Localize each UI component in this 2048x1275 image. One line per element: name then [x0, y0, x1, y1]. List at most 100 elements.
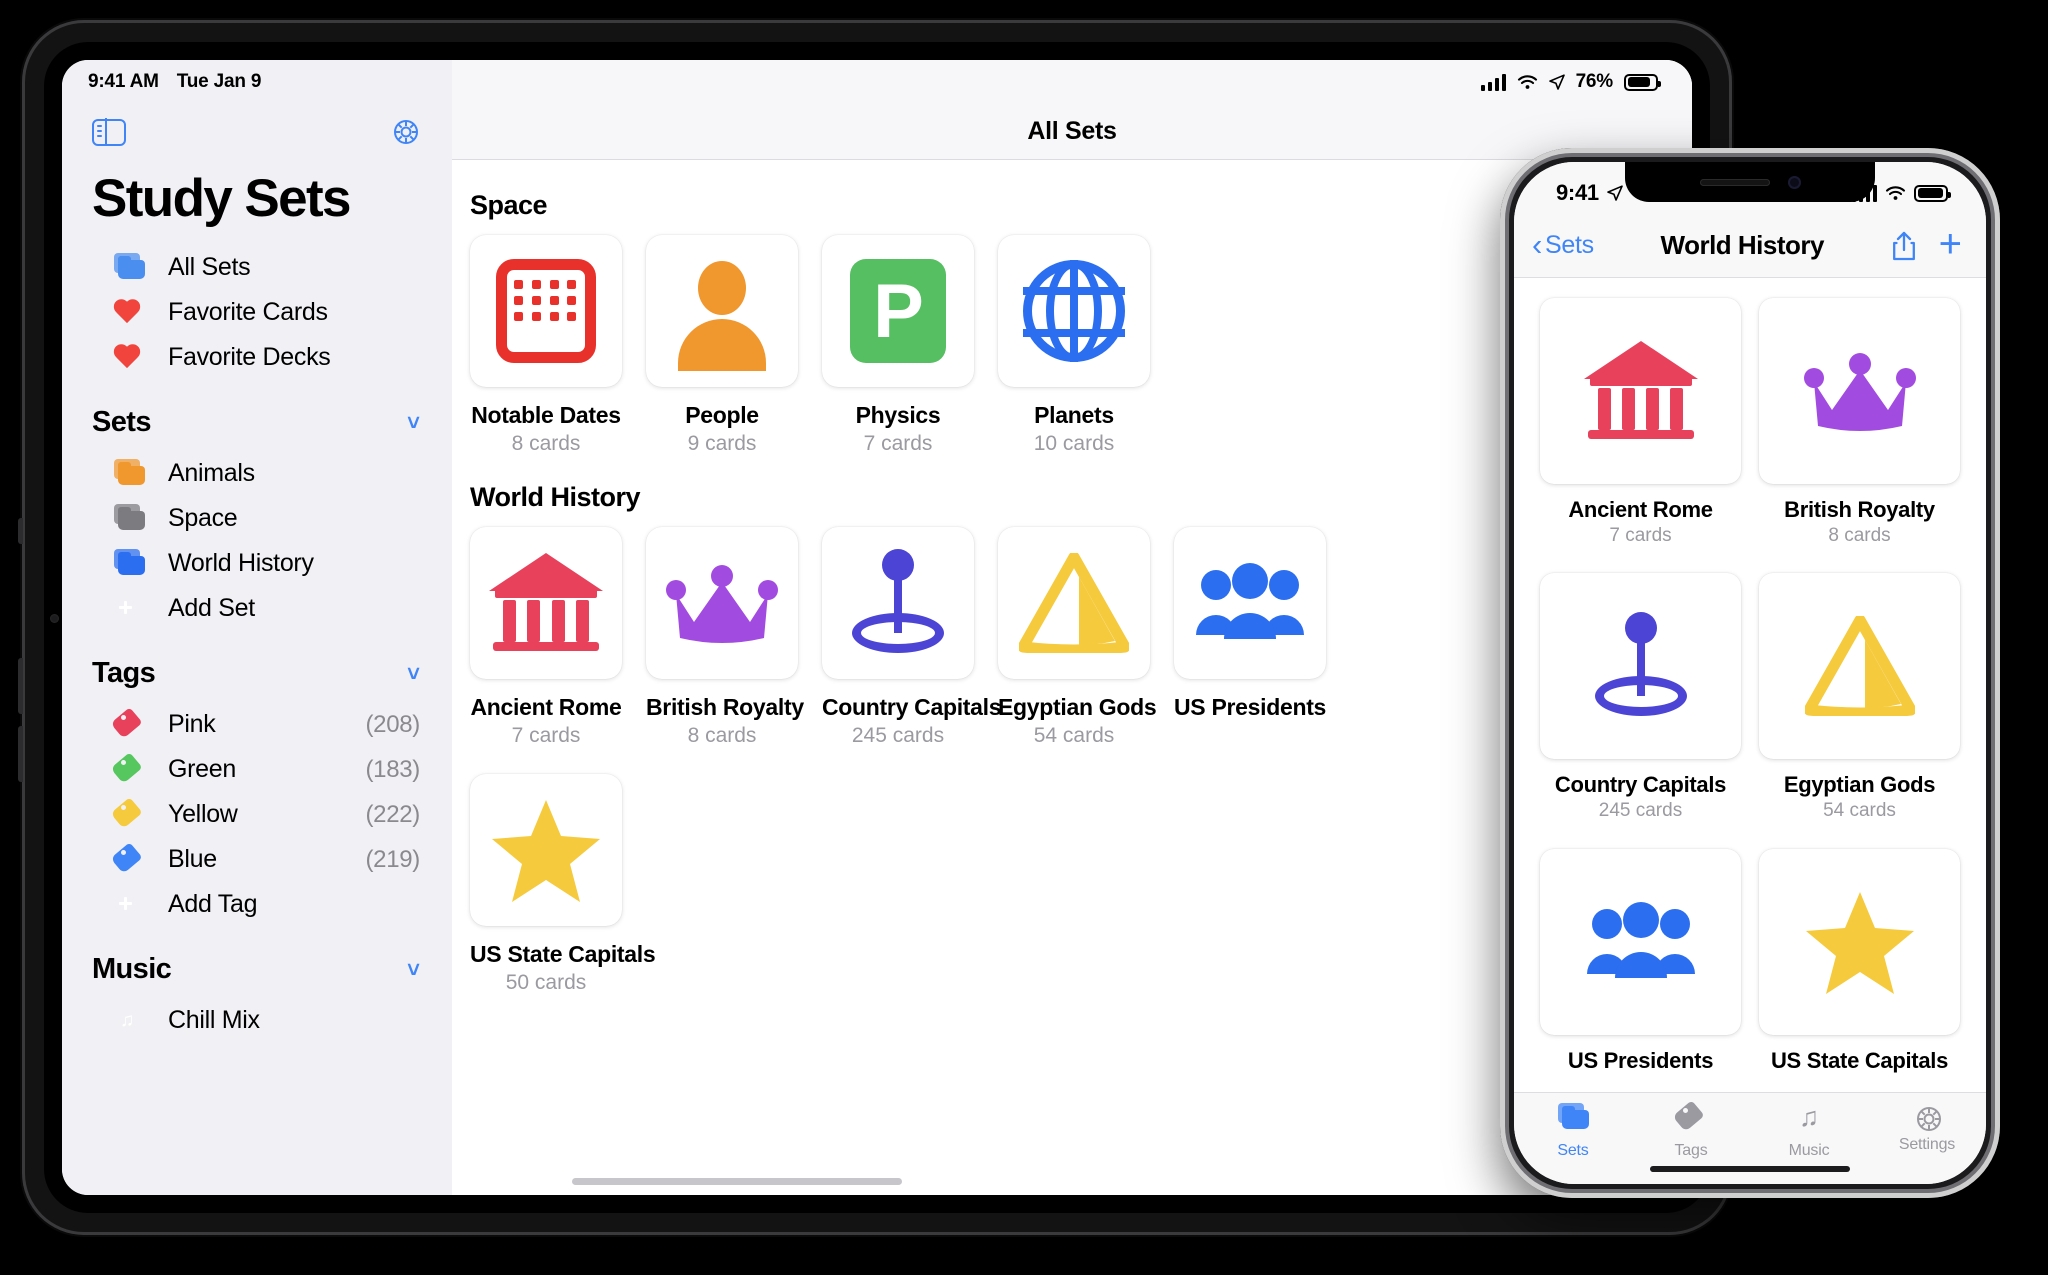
set-count: 10 cards [1033, 432, 1115, 455]
home-indicator[interactable] [1650, 1166, 1850, 1172]
set-thumbnail [470, 527, 622, 679]
iphone-nav-title: World History [1660, 230, 1825, 260]
sidebar-item-label: Yellow [168, 800, 238, 828]
set-thumbnail [646, 235, 798, 387]
set-name: Ancient Rome [1568, 497, 1713, 522]
map-pin-icon [848, 549, 948, 657]
letter-p-icon: P [850, 259, 946, 363]
star-icon [492, 798, 600, 902]
iphone-screen: 9:41 ‹ Sets World History + Ancient Rome… [1514, 162, 1986, 1184]
sidebar-item-space[interactable]: Space [62, 496, 452, 541]
tab-label: Settings [1898, 1136, 1956, 1153]
set-card-physics[interactable]: P Physics 7 cards [822, 235, 974, 456]
back-button[interactable]: ‹ Sets [1532, 229, 1594, 260]
tab-settings[interactable]: Settings [1868, 1103, 1986, 1154]
ipad-screen: 9:41 AM Tue Jan 9 Study Sets All Sets Fa… [62, 60, 1692, 1195]
ph-set-card-egyptian-gods[interactable]: Egyptian Gods 54 cards [1759, 573, 1960, 838]
ph-set-card-country-capitals[interactable]: Country Capitals 245 cards [1540, 573, 1741, 838]
location-arrow-icon [1548, 74, 1565, 90]
ipad-device: 9:41 AM Tue Jan 9 Study Sets All Sets Fa… [18, 20, 1732, 1235]
sidebar-item-animals[interactable]: Animals [62, 451, 452, 496]
tab-tags[interactable]: Tags [1632, 1100, 1750, 1160]
sidebar-item-world-history[interactable]: World History [62, 541, 452, 586]
set-name: Country Capitals [822, 694, 1002, 720]
set-card-us-state-capitals[interactable]: US State Capitals 50 cards [470, 774, 656, 995]
ipad-volume-up-button[interactable] [18, 658, 23, 714]
ph-set-card-us-state-capitals[interactable]: US State Capitals [1759, 848, 1960, 1092]
set-card-notable-dates[interactable]: Notable Dates 8 cards [470, 235, 622, 456]
set-card-country-capitals[interactable]: Country Capitals 245 cards [822, 527, 1002, 748]
battery-icon [1624, 73, 1661, 91]
set-thumbnail [1540, 298, 1741, 484]
set-thumbnail [1174, 527, 1326, 679]
set-name: Ancient Rome [470, 694, 622, 720]
ipad-volume-down-button[interactable] [18, 726, 23, 782]
sidebar-item-label: Add Set [168, 594, 255, 622]
set-card-british-royalty[interactable]: British Royalty 8 cards [646, 527, 804, 748]
sidebar-item-tag-green[interactable]: Green (183) [62, 747, 452, 792]
sidebar-item-tag-blue[interactable]: Blue (219) [62, 837, 452, 882]
ph-set-card-british-royalty[interactable]: British Royalty 8 cards [1759, 298, 1960, 563]
ipad-status-bar-right: 76% [452, 60, 1692, 104]
set-card-planets[interactable]: Planets 10 cards [998, 235, 1150, 456]
tab-music[interactable]: ♫ Music [1750, 1103, 1868, 1160]
horizontal-scrollbar[interactable] [572, 1178, 902, 1185]
set-thumbnail [1540, 573, 1741, 760]
set-name: US Presidents [1174, 694, 1327, 720]
sidebar-group-header-sets[interactable]: Sets ˅ [62, 380, 452, 451]
calendar-icon [496, 259, 596, 363]
set-card-ancient-rome[interactable]: Ancient Rome 7 cards [470, 527, 622, 748]
globe-icon [1023, 260, 1125, 362]
sidebar-item-tag-pink[interactable]: Pink (208) [62, 702, 452, 747]
navbar-actions: + [1891, 224, 1962, 264]
sidebar-item-favorite-cards[interactable]: Favorite Cards [62, 290, 452, 335]
sidebar-item-add-set[interactable]: Add Set [62, 586, 452, 631]
iphone-navbar: ‹ Sets World History + [1514, 214, 1986, 278]
ph-set-card-ancient-rome[interactable]: Ancient Rome 7 cards [1540, 298, 1741, 563]
iphone-device: 9:41 ‹ Sets World History + Ancient Rome… [1500, 148, 2000, 1198]
tag-count: (183) [365, 755, 420, 783]
temple-icon [1583, 341, 1698, 441]
chevron-down-icon[interactable]: ˅ [407, 957, 420, 983]
set-name: Egyptian Gods [1783, 772, 1936, 798]
chevron-down-icon[interactable]: ˅ [407, 410, 420, 436]
sidebar-item-tag-yellow[interactable]: Yellow (222) [62, 792, 452, 837]
set-card-us-presidents[interactable]: US Presidents [1174, 527, 1326, 748]
tag-count: (222) [365, 800, 420, 828]
ph-set-card-us-presidents[interactable]: US Presidents [1540, 848, 1741, 1092]
sidebar-group-header-music[interactable]: Music ˅ [62, 927, 452, 998]
set-card-people[interactable]: People 9 cards [646, 235, 798, 456]
star-icon [1805, 890, 1914, 994]
earpiece-speaker [1699, 178, 1770, 186]
gear-icon [1913, 1103, 1941, 1131]
set-card-egyptian-gods[interactable]: Egyptian Gods 54 cards [998, 527, 1157, 748]
sidebar-group-title: Sets [92, 406, 151, 438]
sidebar-group-title: Tags [92, 657, 156, 689]
gear-icon[interactable] [390, 116, 422, 148]
share-icon[interactable] [1891, 231, 1917, 261]
chevron-down-icon[interactable]: ˅ [407, 661, 420, 687]
plus-icon[interactable]: + [1939, 224, 1962, 264]
detail-navbar: All Sets [452, 104, 1692, 160]
sidebar-item-chill-mix[interactable]: ♫ Chill Mix [62, 998, 452, 1043]
map-pin-icon [1591, 612, 1691, 720]
sidebar-toggle-icon[interactable] [92, 117, 126, 147]
set-name: People [685, 402, 759, 428]
tab-sets[interactable]: Sets [1514, 1103, 1632, 1160]
set-thumbnail [1759, 573, 1960, 760]
sidebar-item-all-sets[interactable]: All Sets [62, 245, 452, 290]
sidebar-group-header-tags[interactable]: Tags ˅ [62, 631, 452, 702]
set-thumbnail [470, 235, 622, 387]
folder-icon [112, 458, 146, 489]
tag-icon [1672, 1100, 1708, 1137]
sidebar-item-add-tag[interactable]: Add Tag [62, 882, 452, 927]
tab-label: Sets [1557, 1142, 1589, 1159]
sidebar-item-favorite-decks[interactable]: Favorite Decks [62, 335, 452, 380]
folder-icon [1556, 1103, 1590, 1137]
set-count: 54 cards [1823, 800, 1896, 822]
ipad-power-button[interactable] [18, 518, 23, 544]
triangle-icon [1019, 553, 1129, 653]
set-count: 7 cards [1609, 525, 1672, 546]
sidebar-item-label: Chill Mix [168, 1006, 260, 1034]
set-name: Physics [855, 402, 941, 428]
